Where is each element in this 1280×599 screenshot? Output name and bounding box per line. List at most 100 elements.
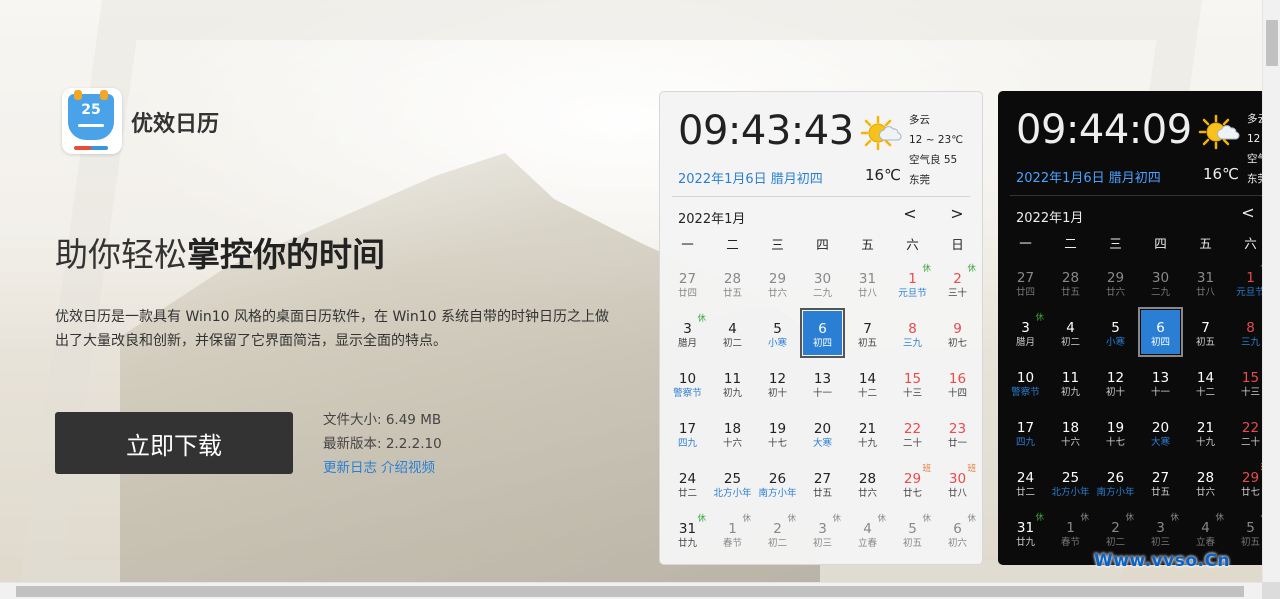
day-cell[interactable]: 3 初三休 xyxy=(800,508,845,558)
day-cell[interactable]: 13 十一 xyxy=(800,358,845,408)
day-cell[interactable]: 2 三十休 xyxy=(935,258,980,308)
next-month-button[interactable]: > xyxy=(947,204,967,223)
day-cell[interactable]: 11 初九 xyxy=(710,358,755,408)
day-cell[interactable]: 20 大寒 xyxy=(800,408,845,458)
changelog-link[interactable]: 更新日志 xyxy=(323,460,377,476)
day-cell[interactable]: 4 初二 xyxy=(710,308,755,358)
day-cell[interactable]: 30 廿八班 xyxy=(935,458,980,508)
day-cell[interactable]: 23 廿一 xyxy=(935,408,980,458)
day-cell[interactable]: 5初五休 xyxy=(890,508,935,558)
day-cell[interactable]: 28 廿六 xyxy=(845,458,890,508)
day-cell[interactable]: 3 初三休 xyxy=(1138,507,1183,557)
prev-month-button[interactable]: < xyxy=(1238,203,1258,222)
day-cell[interactable]: 21 十九 xyxy=(845,408,890,458)
day-cell[interactable]: 1 春节休 xyxy=(1048,507,1093,557)
day-cell[interactable]: 29 廿六 xyxy=(755,258,800,308)
day-cell[interactable]: 7 初五 xyxy=(845,308,890,358)
day-cell[interactable]: 4 立春休 xyxy=(1183,507,1228,557)
day-cell[interactable]: 14 十二 xyxy=(1183,357,1228,407)
day-cell[interactable]: 29廿七班 xyxy=(890,458,935,508)
day-number: 8 xyxy=(908,321,917,337)
day-cell[interactable]: 27 廿五 xyxy=(1138,457,1183,507)
lunar-date: 廿一 xyxy=(947,438,967,449)
day-cell[interactable]: 15 十三 xyxy=(890,358,935,408)
day-cell[interactable]: 29廿七班 xyxy=(1228,457,1262,507)
day-cell[interactable]: 8 三九 xyxy=(890,308,935,358)
day-cell[interactable]: 1元旦节休 xyxy=(1228,257,1262,307)
day-cell[interactable]: 30 二九 xyxy=(1138,257,1183,307)
day-number: 22 xyxy=(903,421,922,437)
day-cell[interactable]: 25 北方小年 xyxy=(710,458,755,508)
horizontal-scrollbar[interactable] xyxy=(0,582,1262,599)
day-cell[interactable]: 5 小寒 xyxy=(1093,307,1138,357)
day-cell[interactable]: 27 廿四 xyxy=(665,258,710,308)
day-cell[interactable]: 16 十四 xyxy=(935,358,980,408)
day-cell[interactable]: 1 春节休 xyxy=(710,508,755,558)
day-cell[interactable]: 31 廿九休 xyxy=(665,508,710,558)
video-link[interactable]: 介绍视频 xyxy=(381,460,435,476)
day-cell[interactable]: 10 警察节 xyxy=(665,358,710,408)
day-cell[interactable]: 28 廿五 xyxy=(710,258,755,308)
day-cell[interactable]: 30 二九 xyxy=(800,258,845,308)
day-cell[interactable]: 29 廿六 xyxy=(1093,257,1138,307)
month-label[interactable]: 2022年1月 xyxy=(1016,207,1083,226)
prev-month-button[interactable]: < xyxy=(900,204,920,223)
day-cell[interactable]: 27 廿五 xyxy=(800,458,845,508)
day-cell[interactable]: 28 廿五 xyxy=(1048,257,1093,307)
date-line[interactable]: 2022年1月6日 腊月初四 xyxy=(1016,167,1161,186)
day-cell[interactable]: 5初五休 xyxy=(1228,507,1262,557)
day-cell[interactable]: 1元旦节休 xyxy=(890,258,935,308)
day-cell[interactable]: 21 十九 xyxy=(1183,407,1228,457)
day-cell[interactable]: 2 初二休 xyxy=(1093,507,1138,557)
day-cell[interactable]: 12 初十 xyxy=(755,358,800,408)
day-cell[interactable]: 19 十七 xyxy=(1093,407,1138,457)
day-cell[interactable]: 24 廿二 xyxy=(665,458,710,508)
date-line[interactable]: 2022年1月6日 腊月初四 xyxy=(678,168,823,187)
day-cell[interactable]: 25 北方小年 xyxy=(1048,457,1093,507)
day-cell[interactable]: 10 警察节 xyxy=(1003,357,1048,407)
day-cell[interactable]: 6 初四 xyxy=(800,308,845,358)
day-cell[interactable]: 31 廿八 xyxy=(845,258,890,308)
day-cell[interactable]: 24 廿二 xyxy=(1003,457,1048,507)
day-number: 14 xyxy=(1196,370,1215,386)
day-cell[interactable]: 12 初十 xyxy=(1093,357,1138,407)
day-cell[interactable]: 3 腊月休 xyxy=(1003,307,1048,357)
day-cell[interactable]: 3 腊月休 xyxy=(665,308,710,358)
day-cell[interactable]: 18 十六 xyxy=(1048,407,1093,457)
day-cell[interactable]: 26 南方小年 xyxy=(1093,457,1138,507)
day-cell[interactable]: 15 十三 xyxy=(1228,357,1262,407)
calendar-week-row: 3腊月休4初二5小寒6初四7初五8三九9初七 xyxy=(665,308,980,358)
month-label[interactable]: 2022年1月 xyxy=(678,208,745,227)
day-cell[interactable]: 28 廿六 xyxy=(1183,457,1228,507)
day-cell[interactable]: 27 廿四 xyxy=(1003,257,1048,307)
app-logo: 25 xyxy=(62,88,122,154)
day-cell[interactable]: 22 二十 xyxy=(1228,407,1262,457)
day-cell[interactable]: 19 十七 xyxy=(755,408,800,458)
day-cell[interactable]: 13 十一 xyxy=(1138,357,1183,407)
download-button[interactable]: 立即下载 xyxy=(55,412,293,474)
day-cell[interactable]: 8 三九 xyxy=(1228,307,1262,357)
day-cell[interactable]: 31 廿九休 xyxy=(1003,507,1048,557)
day-cell[interactable]: 17 四九 xyxy=(665,408,710,458)
day-cell[interactable]: 7 初五 xyxy=(1183,307,1228,357)
day-cell[interactable]: 2 初二休 xyxy=(755,508,800,558)
horizontal-scroll-thumb[interactable] xyxy=(16,586,1244,597)
day-cell[interactable]: 31 廿八 xyxy=(1183,257,1228,307)
day-cell[interactable]: 6 初六休 xyxy=(935,508,980,558)
day-cell[interactable]: 20 大寒 xyxy=(1138,407,1183,457)
day-cell[interactable]: 22 二十 xyxy=(890,408,935,458)
calendar-widget-dark: 09:44:09 2022年1月6日 腊月初四 16℃ 多云 12 ~ 23℃ 空气良 … xyxy=(998,91,1262,565)
day-cell[interactable]: 5 小寒 xyxy=(755,308,800,358)
day-cell[interactable]: 4 立春休 xyxy=(845,508,890,558)
day-cell[interactable]: 18 十六 xyxy=(710,408,755,458)
logo-day-number: 25 xyxy=(81,102,101,118)
day-cell[interactable]: 9 初七 xyxy=(935,308,980,358)
day-cell[interactable]: 17 四九 xyxy=(1003,407,1048,457)
day-cell[interactable]: 11 初九 xyxy=(1048,357,1093,407)
vertical-scroll-thumb[interactable] xyxy=(1266,20,1278,66)
day-cell[interactable]: 14 十二 xyxy=(845,358,890,408)
vertical-scrollbar[interactable] xyxy=(1262,0,1280,582)
day-cell[interactable]: 6 初四 xyxy=(1138,307,1183,357)
day-cell[interactable]: 26 南方小年 xyxy=(755,458,800,508)
day-cell[interactable]: 4 初二 xyxy=(1048,307,1093,357)
